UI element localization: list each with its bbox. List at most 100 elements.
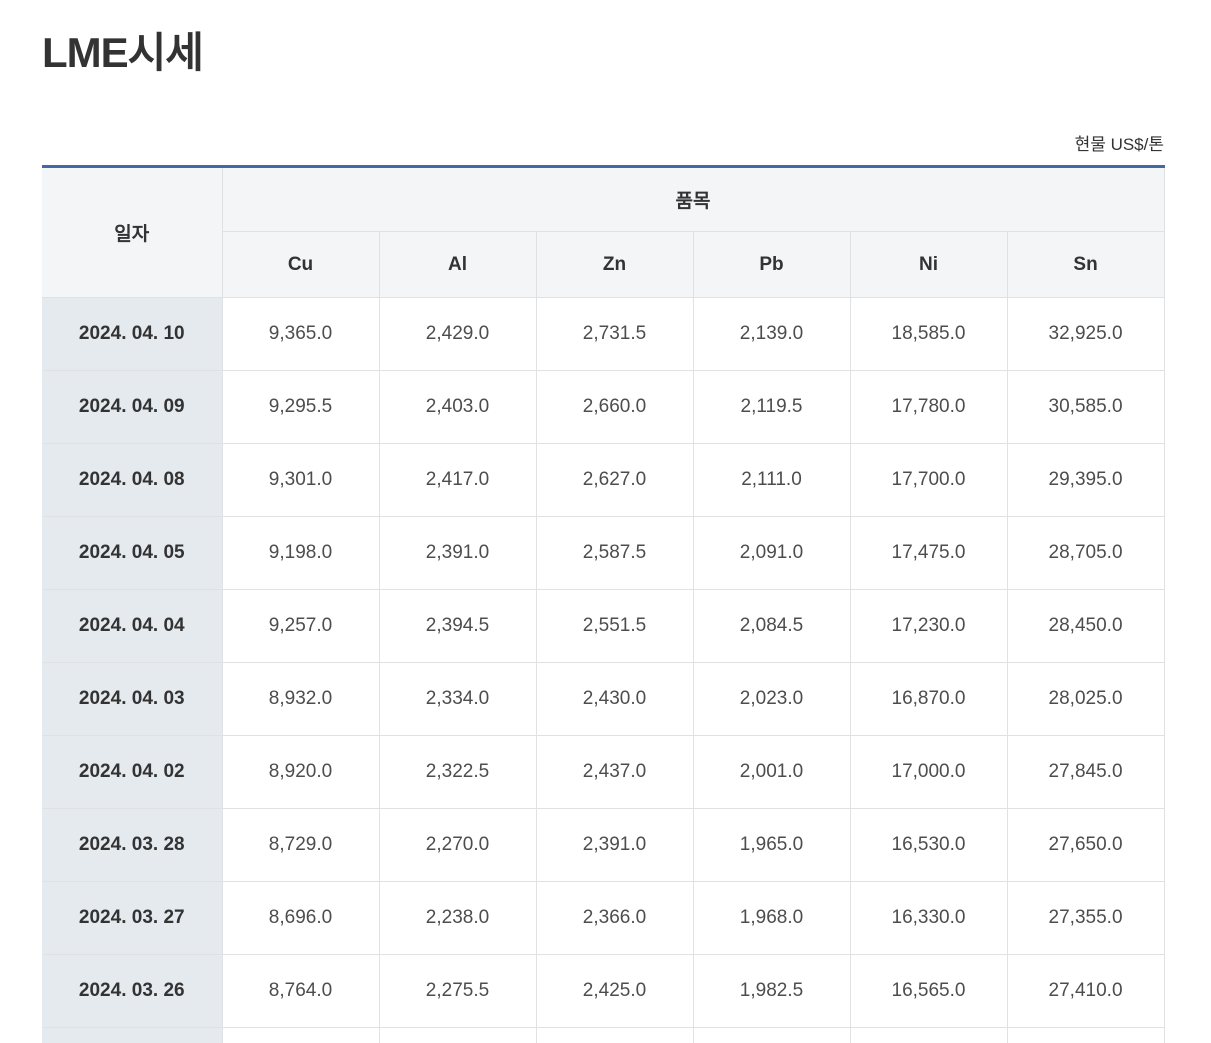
table-row: 2024. 04. 08 9,301.0 2,417.0 2,627.0 2,111.0… — [42, 443, 1165, 517]
column-header-metal: Zn — [535, 231, 694, 298]
price-cell: 2,425.0 — [535, 954, 694, 1028]
price-cell: 30,585.0 — [1006, 370, 1165, 444]
table-row: 2024. 04. 10 9,365.0 2,429.0 2,731.5 2,139.0… — [42, 297, 1165, 371]
price-cell — [535, 1027, 694, 1043]
price-cell: 2,023.0 — [692, 662, 851, 736]
price-cell: 9,257.0 — [221, 589, 380, 663]
price-cell: 27,355.0 — [1006, 881, 1165, 955]
column-header-metal: Sn — [1006, 231, 1165, 298]
date-cell — [42, 1027, 223, 1043]
price-cell: 17,780.0 — [849, 370, 1008, 444]
date-cell: 2024. 04. 05 — [42, 516, 223, 590]
table-row: 2024. 03. 28 8,729.0 2,270.0 2,391.0 1,965.0… — [42, 808, 1165, 882]
price-cell: 18,585.0 — [849, 297, 1008, 371]
date-cell: 2024. 03. 26 — [42, 954, 223, 1028]
price-cell: 2,437.0 — [535, 735, 694, 809]
price-cell: 2,627.0 — [535, 443, 694, 517]
price-cell: 8,932.0 — [221, 662, 380, 736]
price-cell: 17,475.0 — [849, 516, 1008, 590]
table-body: 2024. 04. 10 9,365.0 2,429.0 2,731.5 2,139.0… — [42, 297, 1165, 1043]
date-cell: 2024. 03. 28 — [42, 808, 223, 882]
price-cell: 2,091.0 — [692, 516, 851, 590]
price-cell: 2,111.0 — [692, 443, 851, 517]
price-cell — [221, 1027, 380, 1043]
price-cell: 2,429.0 — [378, 297, 537, 371]
price-cell: 8,764.0 — [221, 954, 380, 1028]
date-cell: 2024. 04. 09 — [42, 370, 223, 444]
page-title: LME시세 — [42, 29, 204, 76]
page: LME시세 현물 US$/톤 일자 품목 Cu Al Zn Pb Ni Sn 2024. … — [0, 0, 1211, 1043]
table-row: 2024. 04. 02 8,920.0 2,322.5 2,437.0 2,001.0… — [42, 735, 1165, 809]
column-header-metal: Al — [378, 231, 537, 298]
price-cell: 2,417.0 — [378, 443, 537, 517]
date-cell: 2024. 04. 08 — [42, 443, 223, 517]
table-row: 2024. 04. 05 9,198.0 2,391.0 2,587.5 2,091.0… — [42, 516, 1165, 590]
price-cell: 2,322.5 — [378, 735, 537, 809]
table-header: 일자 품목 Cu Al Zn Pb Ni Sn — [42, 166, 1165, 298]
price-cell: 2,403.0 — [378, 370, 537, 444]
price-cell: 2,366.0 — [535, 881, 694, 955]
price-cell: 2,119.5 — [692, 370, 851, 444]
table-row: 2024. 04. 04 9,257.0 2,394.5 2,551.5 2,084.5… — [42, 589, 1165, 663]
column-header-metal: Pb — [692, 231, 851, 298]
price-cell: 8,920.0 — [221, 735, 380, 809]
price-cell: 16,530.0 — [849, 808, 1008, 882]
header-group-row: 일자 품목 — [42, 166, 1165, 298]
table-row: 2024. 04. 03 8,932.0 2,334.0 2,430.0 2,023.0… — [42, 662, 1165, 736]
price-cell — [378, 1027, 537, 1043]
price-cell: 17,700.0 — [849, 443, 1008, 517]
price-cell: 28,025.0 — [1006, 662, 1165, 736]
price-cell: 2,551.5 — [535, 589, 694, 663]
price-cell: 1,968.0 — [692, 881, 851, 955]
price-cell — [1006, 1027, 1165, 1043]
price-cell: 2,001.0 — [692, 735, 851, 809]
price-cell: 9,295.5 — [221, 370, 380, 444]
price-cell: 28,705.0 — [1006, 516, 1165, 590]
column-header-metal: Cu — [222, 231, 380, 298]
price-cell: 9,301.0 — [221, 443, 380, 517]
date-cell: 2024. 04. 10 — [42, 297, 223, 371]
price-cell: 2,270.0 — [378, 808, 537, 882]
price-cell: 2,084.5 — [692, 589, 851, 663]
price-cell: 2,334.0 — [378, 662, 537, 736]
price-cell: 1,965.0 — [692, 808, 851, 882]
table-row: 2024. 04. 09 9,295.5 2,403.0 2,660.0 2,119.5… — [42, 370, 1165, 444]
price-cell: 1,982.5 — [692, 954, 851, 1028]
price-cell: 16,870.0 — [849, 662, 1008, 736]
price-cell: 2,430.0 — [535, 662, 694, 736]
date-cell: 2024. 04. 04 — [42, 589, 223, 663]
table-row-partial — [42, 1027, 1165, 1043]
price-cell: 27,410.0 — [1006, 954, 1165, 1028]
price-cell: 2,731.5 — [535, 297, 694, 371]
price-cell: 28,450.0 — [1006, 589, 1165, 663]
price-cell: 2,275.5 — [378, 954, 537, 1028]
price-cell: 9,365.0 — [221, 297, 380, 371]
price-cell: 8,696.0 — [221, 881, 380, 955]
unit-label: 현물 US$/톤 — [1074, 135, 1164, 154]
column-header-item-group: 품목 — [221, 166, 1165, 232]
price-cell — [692, 1027, 851, 1043]
price-cell: 16,330.0 — [849, 881, 1008, 955]
column-header-date: 일자 — [42, 166, 223, 298]
price-cell: 17,000.0 — [849, 735, 1008, 809]
price-cell: 2,391.0 — [378, 516, 537, 590]
price-cell: 2,391.0 — [535, 808, 694, 882]
price-cell: 16,565.0 — [849, 954, 1008, 1028]
table-row: 2024. 03. 26 8,764.0 2,275.5 2,425.0 1,982.5… — [42, 954, 1165, 1028]
price-cell: 32,925.0 — [1006, 297, 1165, 371]
lme-price-table: 일자 품목 Cu Al Zn Pb Ni Sn 2024. 04. 10 9,365.0 2,… — [42, 165, 1165, 1043]
price-cell: 2,660.0 — [535, 370, 694, 444]
price-cell: 27,845.0 — [1006, 735, 1165, 809]
price-cell: 9,198.0 — [221, 516, 380, 590]
date-cell: 2024. 04. 03 — [42, 662, 223, 736]
table-row: 2024. 03. 27 8,696.0 2,238.0 2,366.0 1,968.0… — [42, 881, 1165, 955]
date-cell: 2024. 04. 02 — [42, 735, 223, 809]
price-cell: 2,139.0 — [692, 297, 851, 371]
price-cell: 2,587.5 — [535, 516, 694, 590]
price-cell: 8,729.0 — [221, 808, 380, 882]
price-cell — [849, 1027, 1008, 1043]
price-cell: 2,394.5 — [378, 589, 537, 663]
price-cell: 27,650.0 — [1006, 808, 1165, 882]
price-cell: 29,395.0 — [1006, 443, 1165, 517]
date-cell: 2024. 03. 27 — [42, 881, 223, 955]
